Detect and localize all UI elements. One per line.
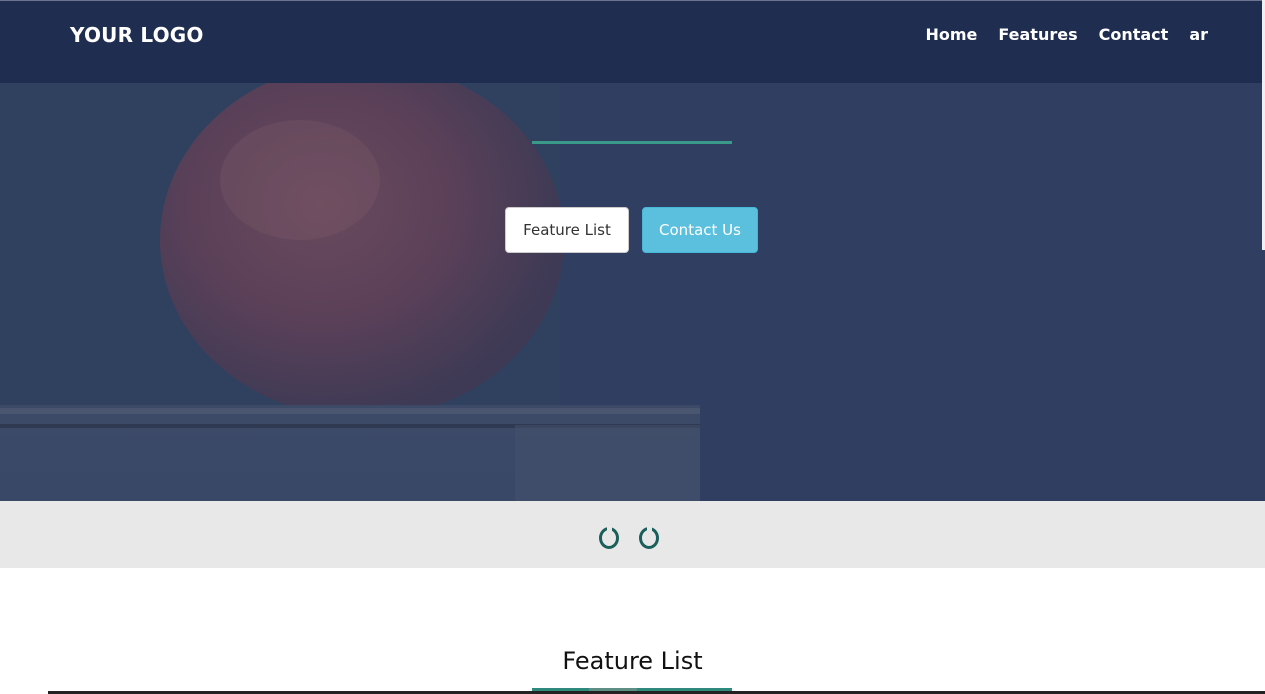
page: YOUR LOGO Home Features Contact ar Featu… <box>0 0 1265 694</box>
slide-indicator-2-icon[interactable] <box>639 526 659 549</box>
features-section-title: Feature List <box>562 647 703 675</box>
feature-list-button[interactable]: Feature List <box>505 207 629 253</box>
hero-accent-line <box>532 141 732 144</box>
site-header: YOUR LOGO Home Features Contact ar <box>0 0 1265 83</box>
nav-features[interactable]: Features <box>998 25 1077 44</box>
slider-indicator-bar <box>0 501 1265 568</box>
contact-us-button[interactable]: Contact Us <box>642 207 758 253</box>
site-logo[interactable]: YOUR LOGO <box>70 23 204 47</box>
nav-home[interactable]: Home <box>925 25 977 44</box>
nav-language-ar[interactable]: ar <box>1189 25 1208 44</box>
nav-contact[interactable]: Contact <box>1099 25 1169 44</box>
slide-indicator-1-icon[interactable] <box>599 526 619 549</box>
main-nav: Home Features Contact ar <box>925 25 1208 44</box>
